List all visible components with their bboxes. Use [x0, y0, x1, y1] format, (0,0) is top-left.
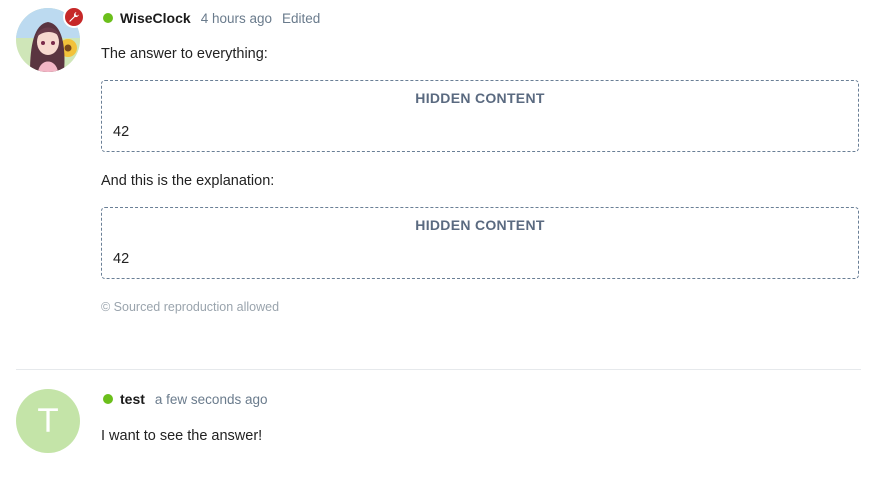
hidden-content-box: HIDDEN CONTENT 42 [101, 80, 859, 152]
post-paragraph: And this is the explanation: [101, 173, 275, 189]
username[interactable]: WiseClock [120, 10, 191, 26]
online-status-icon [103, 394, 113, 404]
avatar[interactable]: T [16, 389, 80, 453]
hidden-content-title: HIDDEN CONTENT [415, 90, 545, 106]
post-test: T test a few seconds ago I want to see t… [0, 380, 892, 480]
post-divider [16, 369, 861, 370]
wrench-icon [63, 6, 85, 28]
online-status-icon [103, 13, 113, 23]
post-wiseclock: WiseClock 4 hours ago Edited The answer … [0, 0, 892, 340]
post-paragraph: I want to see the answer! [101, 428, 263, 444]
hidden-content-box: HIDDEN CONTENT 42 [101, 207, 859, 279]
hidden-content-title: HIDDEN CONTENT [415, 217, 545, 233]
post-header: test a few seconds ago [103, 391, 277, 407]
timestamp[interactable]: a few seconds ago [155, 392, 268, 407]
hidden-content-value: 42 [113, 251, 130, 267]
edited-label[interactable]: Edited [282, 11, 320, 26]
avatar-letter: T [38, 402, 58, 440]
post-paragraph: The answer to everything: [101, 46, 268, 62]
hidden-content-value: 42 [113, 124, 130, 140]
username[interactable]: test [120, 391, 145, 407]
copyright-notice: © Sourced reproduction allowed [101, 300, 280, 314]
post-header: WiseClock 4 hours ago Edited [103, 10, 320, 26]
timestamp[interactable]: 4 hours ago [201, 11, 272, 26]
